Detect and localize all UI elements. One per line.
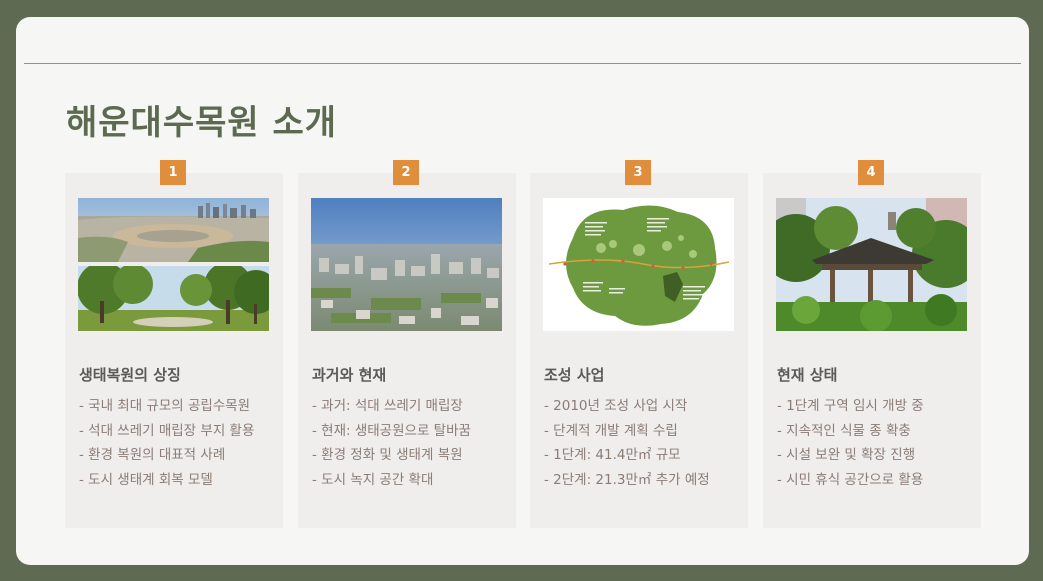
- bullet-item: - 과거: 석대 쓰레기 매립장: [312, 398, 463, 414]
- card-bullet-list: - 과거: 석대 쓰레기 매립장 - 현재: 생태공원으로 탈바꿈 - 환경 정…: [312, 394, 508, 492]
- pavilion-garden-photo: [776, 198, 967, 331]
- bullet-item: - 1단계: 41.4만㎡ 규모: [544, 447, 681, 463]
- slide: 해운대수목원 소개 1 생태복원의 상징 - 국내 최대 규모의 공립수목원 -…: [16, 17, 1029, 565]
- card-current-status: 4 현재 상태 - 1단계 구역 임시 개방 중 - 지속적인 식물 종 확충 …: [763, 160, 981, 528]
- bullet-item: - 2단계: 21.3만㎡ 추가 예정: [544, 471, 710, 488]
- bullet-item: - 국내 최대 규모의 공립수목원: [79, 398, 251, 414]
- card-construction-project: 3 조성 사업 - 2010년 조성 사업 시작 - 단계적 개발 계획 수립 …: [530, 160, 748, 528]
- park-layout-illustration: [543, 198, 734, 331]
- card-number-badge: 3: [625, 160, 651, 185]
- card-bullet-list: - 1단계 구역 임시 개방 중 - 지속적인 식물 종 확충 - 시설 보완 …: [777, 394, 973, 492]
- bullet-item: - 도시 생태계 회복 모델: [79, 471, 213, 488]
- card-heading: 조성 사업: [544, 366, 605, 384]
- traditional-pavilion-photo: [776, 198, 967, 331]
- card-heading: 생태복원의 상징: [79, 366, 181, 384]
- bullet-item: - 2010년 조성 사업 시작: [544, 398, 688, 414]
- bullet-item: - 시설 보완 및 확장 진행: [777, 447, 916, 463]
- card-number-badge: 4: [858, 160, 884, 185]
- bullet-item: - 환경 정화 및 생태계 복원: [312, 447, 463, 463]
- bullet-item: - 석대 쓰레기 매립장 부지 활용: [79, 422, 255, 439]
- bullet-item: - 단계적 개발 계획 수립: [544, 422, 678, 439]
- landfill-aerial-photo: [78, 198, 269, 262]
- bullet-item: - 환경 복원의 대표적 사례: [79, 447, 226, 463]
- card-ecological-symbol: 1 생태복원의 상징 - 국내 최대 규모의 공립수목원 - 석대 쓰레기 매립…: [65, 160, 283, 528]
- bullet-item: - 1단계 구역 임시 개방 중: [777, 398, 924, 414]
- card-heading: 현재 상태: [777, 366, 838, 384]
- tree-lined-park-photo: [78, 266, 269, 331]
- card-number-badge: 2: [393, 160, 419, 185]
- slide-title: 해운대수목원 소개: [66, 103, 338, 143]
- card-heading: 과거와 현재: [312, 366, 387, 384]
- city-aerial-photo: [311, 198, 502, 331]
- card-bullet-list: - 2010년 조성 사업 시작 - 단계적 개발 계획 수립 - 1단계: 4…: [544, 394, 740, 492]
- arboretum-plan-diagram: [543, 198, 734, 331]
- landfill-park-photo: [78, 198, 269, 331]
- bullet-item: - 지속적인 식물 종 확충: [777, 422, 911, 439]
- city-skyline-photo: [311, 198, 502, 331]
- card-past-and-present: 2 과거와 현재 - 과거: 석대 쓰레기 매립장 - 현재: 생태공원으로 탈…: [298, 160, 516, 528]
- card-bullet-list: - 국내 최대 규모의 공립수목원 - 석대 쓰레기 매립장 부지 활용 - 환…: [79, 394, 275, 492]
- top-divider: [24, 63, 1021, 64]
- bullet-item: - 도시 녹지 공간 확대: [312, 471, 434, 488]
- bullet-item: - 시민 휴식 공간으로 활용: [777, 471, 924, 488]
- card-number-badge: 1: [160, 160, 186, 185]
- bullet-item: - 현재: 생태공원으로 탈바꿈: [312, 422, 471, 439]
